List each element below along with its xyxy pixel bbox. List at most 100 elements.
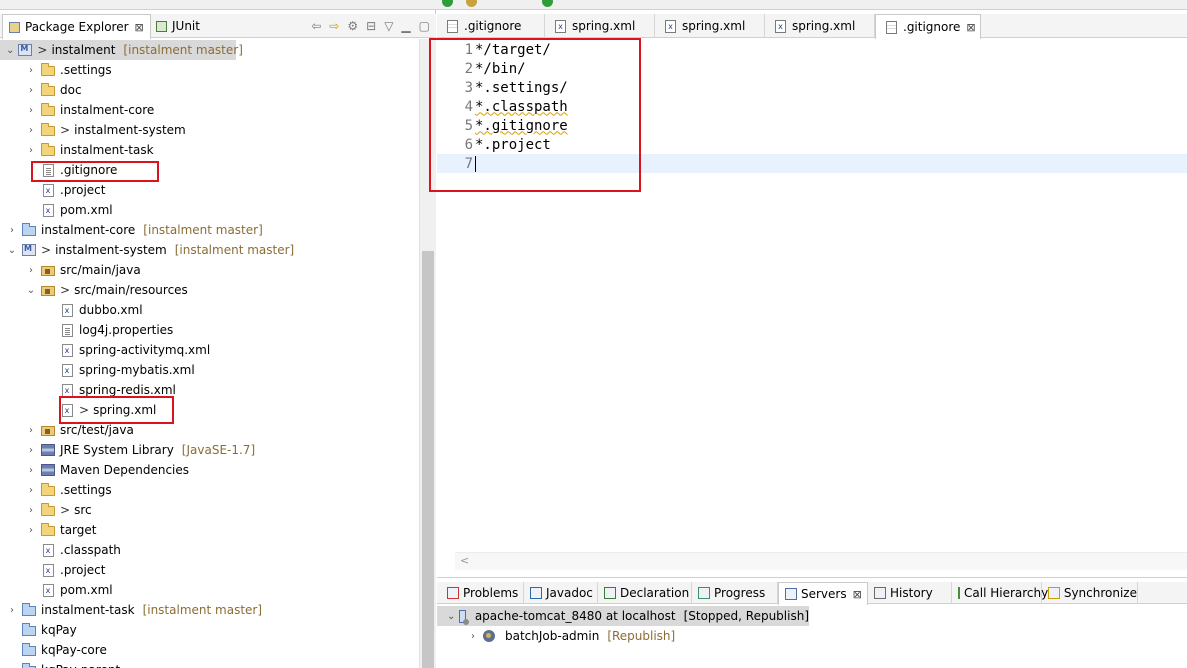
maximize-icon[interactable]: ▢ — [419, 19, 430, 33]
bottom-tab-bar: Problems Javadoc Declaration Progress Server… — [437, 582, 1187, 605]
tree-item[interactable]: x .classpath — [0, 540, 418, 560]
bottom-tab[interactable]: Call Hierarchy — [952, 582, 1048, 604]
code-line[interactable]: 3 *.settings/ — [437, 78, 1187, 97]
tree-item[interactable]: › Maven Dependencies — [0, 460, 418, 480]
close-icon[interactable]: ⊠ — [135, 21, 144, 34]
close-icon[interactable]: ⊠ — [853, 588, 862, 601]
tree-item[interactable]: x pom.xml — [0, 200, 418, 220]
chevron-right-icon[interactable]: › — [25, 465, 37, 476]
editor-tab[interactable]: x spring.xml — [545, 14, 655, 38]
editor-tab[interactable]: x spring.xml — [765, 14, 875, 38]
code-line[interactable]: 2 */bin/ — [437, 59, 1187, 78]
bottom-tab[interactable]: Synchronize — [1042, 582, 1138, 604]
back-arrow-icon[interactable]: ⇦ — [311, 19, 321, 33]
tree-item[interactable]: › instalment-task [instalment master] — [0, 600, 418, 620]
forward-arrow-icon[interactable]: ⇨ — [329, 19, 339, 33]
run-server-icon[interactable] — [542, 0, 553, 7]
chevron-right-icon[interactable]: › — [25, 485, 37, 496]
tab-junit[interactable]: JUnit — [150, 14, 206, 38]
tree-item[interactable]: kqPay — [0, 620, 418, 640]
server-item[interactable]: ⌄ apache-tomcat_8480 at localhost [Stopped… — [437, 606, 809, 626]
tree-item[interactable]: › .settings — [0, 480, 418, 500]
editor-tab[interactable]: .gitignore — [437, 14, 545, 38]
tree-item[interactable]: x .project — [0, 180, 418, 200]
bottom-tab[interactable]: Servers ⊠ — [778, 582, 868, 605]
code-line[interactable]: 5 *.gitignore — [437, 116, 1187, 135]
tree-item[interactable]: x dubbo.xml — [0, 300, 418, 320]
close-icon[interactable]: ⊠ — [966, 21, 975, 34]
chevron-right-icon[interactable]: › — [25, 105, 37, 116]
chevron-right-icon[interactable]: › — [25, 525, 37, 536]
chevron-right-icon[interactable]: › — [25, 85, 37, 96]
tree-item[interactable]: x pom.xml — [0, 580, 418, 600]
editor-horizontal-scrollbar[interactable]: < — [455, 552, 1187, 570]
tree-item[interactable]: › .settings — [0, 60, 418, 80]
minimize-icon[interactable]: ▁ — [401, 19, 410, 33]
tree-item[interactable]: kqPay-core — [0, 640, 418, 660]
server-item[interactable]: › batchJob-admin [Republish] — [437, 626, 675, 646]
tree-item[interactable]: x spring-activitymq.xml — [0, 340, 418, 360]
chevron-right-icon[interactable]: › — [25, 425, 37, 436]
editor-tab[interactable]: .gitignore ⊠ — [875, 14, 981, 39]
explorer-scrollbar[interactable] — [419, 39, 436, 668]
chevron-right-icon[interactable]: › — [25, 145, 37, 156]
tree-item[interactable]: › JRE System Library [JavaSE-1.7] — [0, 440, 418, 460]
tree-item[interactable]: › > instalment-system — [0, 120, 418, 140]
chevron-right-icon[interactable]: › — [25, 445, 37, 456]
chevron-right-icon[interactable]: › — [25, 505, 37, 516]
tree-item[interactable]: ⌄ >instalment [instalment master] — [0, 40, 243, 60]
view-menu-icon[interactable]: ▽ — [384, 19, 393, 33]
tree-item[interactable]: x > spring.xml — [0, 400, 418, 420]
chevron-right-icon[interactable]: › — [25, 265, 37, 276]
tree-item[interactable]: log4j.properties — [0, 320, 418, 340]
tab-package-explorer[interactable]: Package Explorer ⊠ — [2, 14, 151, 39]
tree-item[interactable]: › src/main/java — [0, 260, 418, 280]
tree-item[interactable]: › instalment-core [instalment master] — [0, 220, 418, 240]
run-icon[interactable] — [442, 0, 453, 7]
bottom-tab[interactable]: History — [868, 582, 952, 604]
code-line[interactable]: 4 *.classpath — [437, 97, 1187, 116]
tree-item[interactable]: ⌄ > src/main/resources — [0, 280, 418, 300]
tree-item[interactable]: › instalment-task — [0, 140, 418, 160]
scrollbar-thumb[interactable] — [422, 251, 434, 668]
chevron-down-icon[interactable]: ⌄ — [6, 245, 18, 256]
chevron-down-icon[interactable]: ⌄ — [25, 285, 37, 296]
bottom-tab[interactable]: Javadoc — [524, 582, 598, 604]
tree-item[interactable]: x .project — [0, 560, 418, 580]
tree-item-label: Maven Dependencies — [60, 463, 190, 477]
code-line[interactable]: 6 *.project — [437, 135, 1187, 154]
library-icon — [41, 443, 55, 457]
tree-item[interactable]: x spring-mybatis.xml — [0, 360, 418, 380]
chevron-right-icon[interactable]: › — [6, 225, 18, 236]
chevron-down-icon[interactable]: ⌄ — [6, 45, 14, 56]
code-area[interactable]: 1 */target/2 */bin/3 *.settings/4 *.classpat… — [437, 39, 1187, 552]
bottom-tab[interactable]: Declaration — [598, 582, 692, 604]
code-line[interactable]: 7 — [437, 154, 1187, 173]
bottom-tab[interactable]: Problems — [441, 582, 524, 604]
link-editor-icon[interactable]: ⚙ — [347, 19, 358, 33]
bottom-tab[interactable]: Progress — [692, 582, 778, 604]
chevron-right-icon[interactable]: › — [25, 65, 37, 76]
xml-file-icon: x — [41, 203, 55, 217]
debug-icon[interactable] — [466, 0, 477, 7]
tree-item[interactable]: x spring-redis.xml — [0, 380, 418, 400]
tree-item[interactable]: ⌄ >instalment-system [instalment master] — [0, 240, 418, 260]
editor-tab[interactable]: x spring.xml — [655, 14, 765, 38]
code-line[interactable]: 1 */target/ — [437, 40, 1187, 59]
tree-item[interactable]: › doc — [0, 80, 418, 100]
chevron-right-icon[interactable]: › — [25, 125, 37, 136]
tree-item[interactable]: .gitignore — [0, 160, 418, 180]
tree-item-label: .project — [60, 563, 106, 577]
chevron-down-icon[interactable]: ⌄ — [447, 611, 455, 622]
chevron-right-icon[interactable]: › — [6, 605, 18, 616]
scroll-left-icon[interactable]: < — [460, 554, 469, 567]
tree-item-label: pom.xml — [60, 583, 113, 597]
tree-item[interactable]: › target — [0, 520, 418, 540]
tree-item[interactable]: › > src — [0, 500, 418, 520]
collapse-all-icon[interactable]: ⊟ — [366, 19, 376, 33]
tree-item[interactable]: kqPay-parent — [0, 660, 418, 668]
chevron-right-icon[interactable]: › — [467, 631, 479, 642]
package-explorer-view: Package Explorer ⊠ JUnit ⇦ ⇨ ⚙ ⊟ ▽ ▁ ▢ ⌄… — [0, 10, 436, 668]
tree-item[interactable]: › instalment-core — [0, 100, 418, 120]
tree-item[interactable]: › src/test/java — [0, 420, 418, 440]
